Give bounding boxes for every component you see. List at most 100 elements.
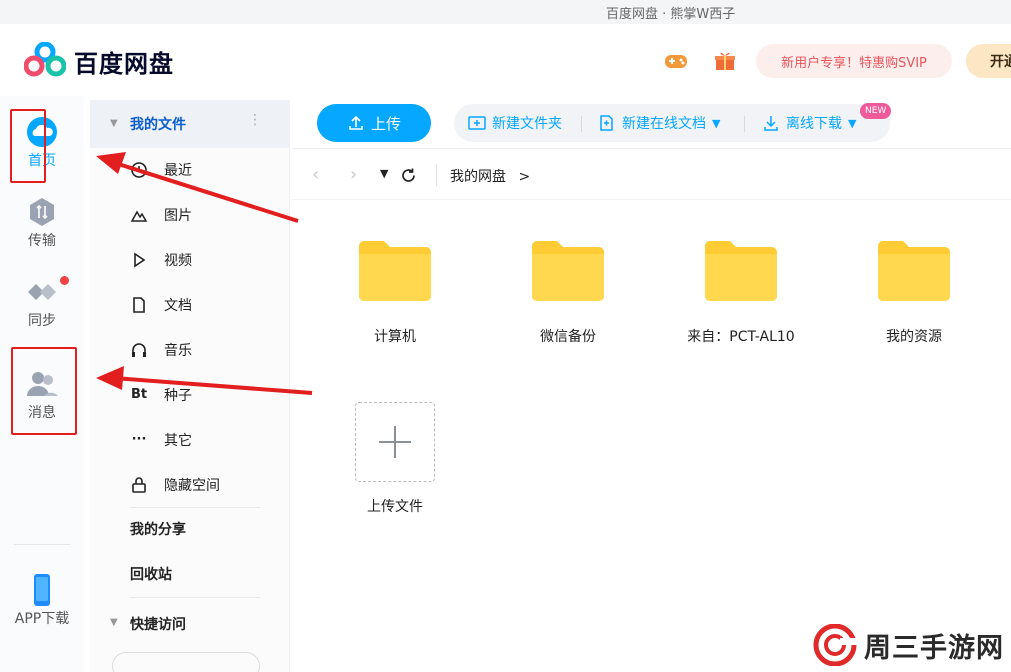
new-folder-label: 新建文件夹 xyxy=(492,116,562,132)
toolbar-divider xyxy=(744,116,745,132)
sidebar-item-label: 音乐 xyxy=(164,343,192,359)
sidebar-item-label: 种子 xyxy=(164,388,192,404)
folder-icon xyxy=(532,241,604,301)
watermark-logo xyxy=(813,624,858,666)
folder-name: 我的资源 xyxy=(886,329,942,345)
game-icon[interactable] xyxy=(663,48,689,74)
annotation-box-messages xyxy=(11,347,77,435)
open-vip-button[interactable]: 开通 xyxy=(966,44,1011,78)
collapse-caret-icon: ▼ xyxy=(110,118,118,129)
sync-notification-dot xyxy=(60,276,69,285)
sidebar-item-label: 其它 xyxy=(164,433,192,449)
clock-icon xyxy=(131,162,147,178)
watermark-text: 周三手游网 xyxy=(864,632,1004,664)
sidebar-item-music[interactable]: 音乐 xyxy=(90,330,290,370)
sidebar-item-torrents[interactable]: Bt 种子 xyxy=(90,375,290,415)
sidebar-item-my-share[interactable]: 我的分享 xyxy=(130,519,186,539)
new-folder-button[interactable]: 新建文件夹 xyxy=(468,104,562,142)
folder-item[interactable]: 来自：PCT-AL10 xyxy=(666,238,816,358)
folder-icon xyxy=(359,241,431,301)
refresh-icon[interactable] xyxy=(400,167,417,184)
folder-item[interactable]: 我的资源 xyxy=(839,238,989,358)
offline-download-button[interactable]: 离线下载 ▼ xyxy=(762,104,856,142)
bt-icon: Bt xyxy=(130,387,148,402)
folder-item[interactable]: 计算机 xyxy=(320,238,470,358)
video-icon xyxy=(134,252,146,268)
folder-item[interactable]: 微信备份 xyxy=(493,238,643,358)
more-icon: ··· xyxy=(131,432,147,447)
upload-label: 上传 xyxy=(370,114,401,133)
nav-sync[interactable]: 同步 xyxy=(0,268,84,338)
my-files-label: 我的文件 xyxy=(130,117,186,133)
sidebar-item-label: 文档 xyxy=(164,298,192,314)
toolbar-divider-line xyxy=(292,148,1011,149)
sidebar-item-label: 视频 xyxy=(164,253,192,269)
sidebar-item-images[interactable]: 图片 xyxy=(90,195,290,235)
brand-name: 百度网盘 xyxy=(74,50,174,78)
quick-access-label: 快捷访问 xyxy=(130,617,186,633)
dropdown-caret-icon: ▼ xyxy=(712,116,721,130)
site-watermark: 周三手游网 xyxy=(812,624,1004,666)
dropdown-caret-icon: ▼ xyxy=(848,116,857,130)
new-online-doc-button[interactable]: 新建在线文档 ▼ xyxy=(598,104,720,142)
breadcrumb-separator: > xyxy=(518,169,531,185)
path-divider-line xyxy=(292,199,1011,200)
upload-button[interactable]: 上传 xyxy=(317,104,431,142)
image-icon xyxy=(130,210,148,222)
path-navigation: ‹ › ▼ 我的网盘 > xyxy=(292,160,1011,190)
sidebar-item-hidden-space[interactable]: 隐藏空间 xyxy=(90,465,290,505)
plus-icon xyxy=(379,426,411,458)
nav-divider xyxy=(14,544,70,545)
folder-name: 微信备份 xyxy=(540,329,596,345)
path-divider xyxy=(436,164,437,186)
offline-download-label: 离线下载 xyxy=(786,116,842,132)
main-content: 上传 新建文件夹 新建在线文档 ▼ NEW 离线下载 ▼ ‹ › ▼ 我的网盘 … xyxy=(292,96,1011,672)
sidebar-my-files[interactable]: ▼ 我的文件 ⋮ xyxy=(90,100,290,148)
window-title: 百度网盘 · 熊掌W西子 xyxy=(606,7,736,22)
back-arrow-icon[interactable]: ‹ xyxy=(312,164,319,185)
nav-app-download[interactable]: APP下载 xyxy=(0,566,84,636)
gift-icon[interactable] xyxy=(712,48,738,74)
new-online-doc-label: 新建在线文档 xyxy=(622,116,706,132)
nav-transfer[interactable]: 传输 xyxy=(0,188,84,258)
breadcrumb-item[interactable]: 我的网盘 xyxy=(450,169,506,185)
sidebar-item-recent[interactable]: 最近 xyxy=(90,150,290,190)
upload-icon xyxy=(349,115,363,130)
toolbar-divider xyxy=(581,116,582,132)
new-badge: NEW xyxy=(860,103,892,119)
folder-icon xyxy=(878,241,950,301)
promo-label: 新用户专享！特惠购SVIP xyxy=(781,55,927,71)
baidu-netdisk-logo xyxy=(24,42,66,77)
svip-promo-button[interactable]: 新用户专享！特惠购SVIP xyxy=(756,44,952,78)
online-doc-icon xyxy=(600,115,613,131)
folder-icon xyxy=(705,241,777,301)
sidebar-item-recycle-bin[interactable]: 回收站 xyxy=(130,564,172,584)
sidebar-item-documents[interactable]: 文档 xyxy=(90,285,290,325)
download-icon xyxy=(764,116,778,131)
nav-app-download-label: APP下载 xyxy=(14,611,70,627)
quick-access-drop-zone[interactable] xyxy=(112,652,260,672)
new-folder-icon xyxy=(468,116,486,130)
sidebar-item-videos[interactable]: 视频 xyxy=(90,240,290,280)
file-sidebar: ▼ 我的文件 ⋮ 最近 图片 视频 文档 音乐 Bt 种子 ··· 其它 隐藏空… xyxy=(90,100,290,672)
forward-arrow-icon[interactable]: › xyxy=(350,164,357,185)
sidebar-item-others[interactable]: ··· 其它 xyxy=(90,420,290,460)
phone-icon xyxy=(34,574,50,606)
window-titlebar: 百度网盘 · 熊掌W西子 xyxy=(0,0,1011,24)
breadcrumb[interactable]: 我的网盘 > xyxy=(450,166,530,186)
history-dropdown-icon[interactable]: ▼ xyxy=(380,167,388,180)
sidebar-item-label: 最近 xyxy=(164,163,192,179)
nav-sync-label: 同步 xyxy=(28,313,56,329)
sync-icon xyxy=(28,284,56,300)
headphones-icon xyxy=(132,343,146,357)
open-label: 开通 xyxy=(990,54,1011,70)
sidebar-item-label: 图片 xyxy=(164,208,192,224)
transfer-icon xyxy=(30,198,54,226)
more-vertical-icon[interactable]: ⋮ xyxy=(248,112,262,128)
collapse-caret-icon: ▼ xyxy=(110,617,118,628)
annotation-box-home xyxy=(10,109,46,183)
folder-name: 来自：PCT-AL10 xyxy=(687,329,795,345)
sidebar-item-label: 隐藏空间 xyxy=(164,478,220,494)
upload-file-tile[interactable] xyxy=(355,402,435,482)
folder-name: 计算机 xyxy=(374,329,416,345)
